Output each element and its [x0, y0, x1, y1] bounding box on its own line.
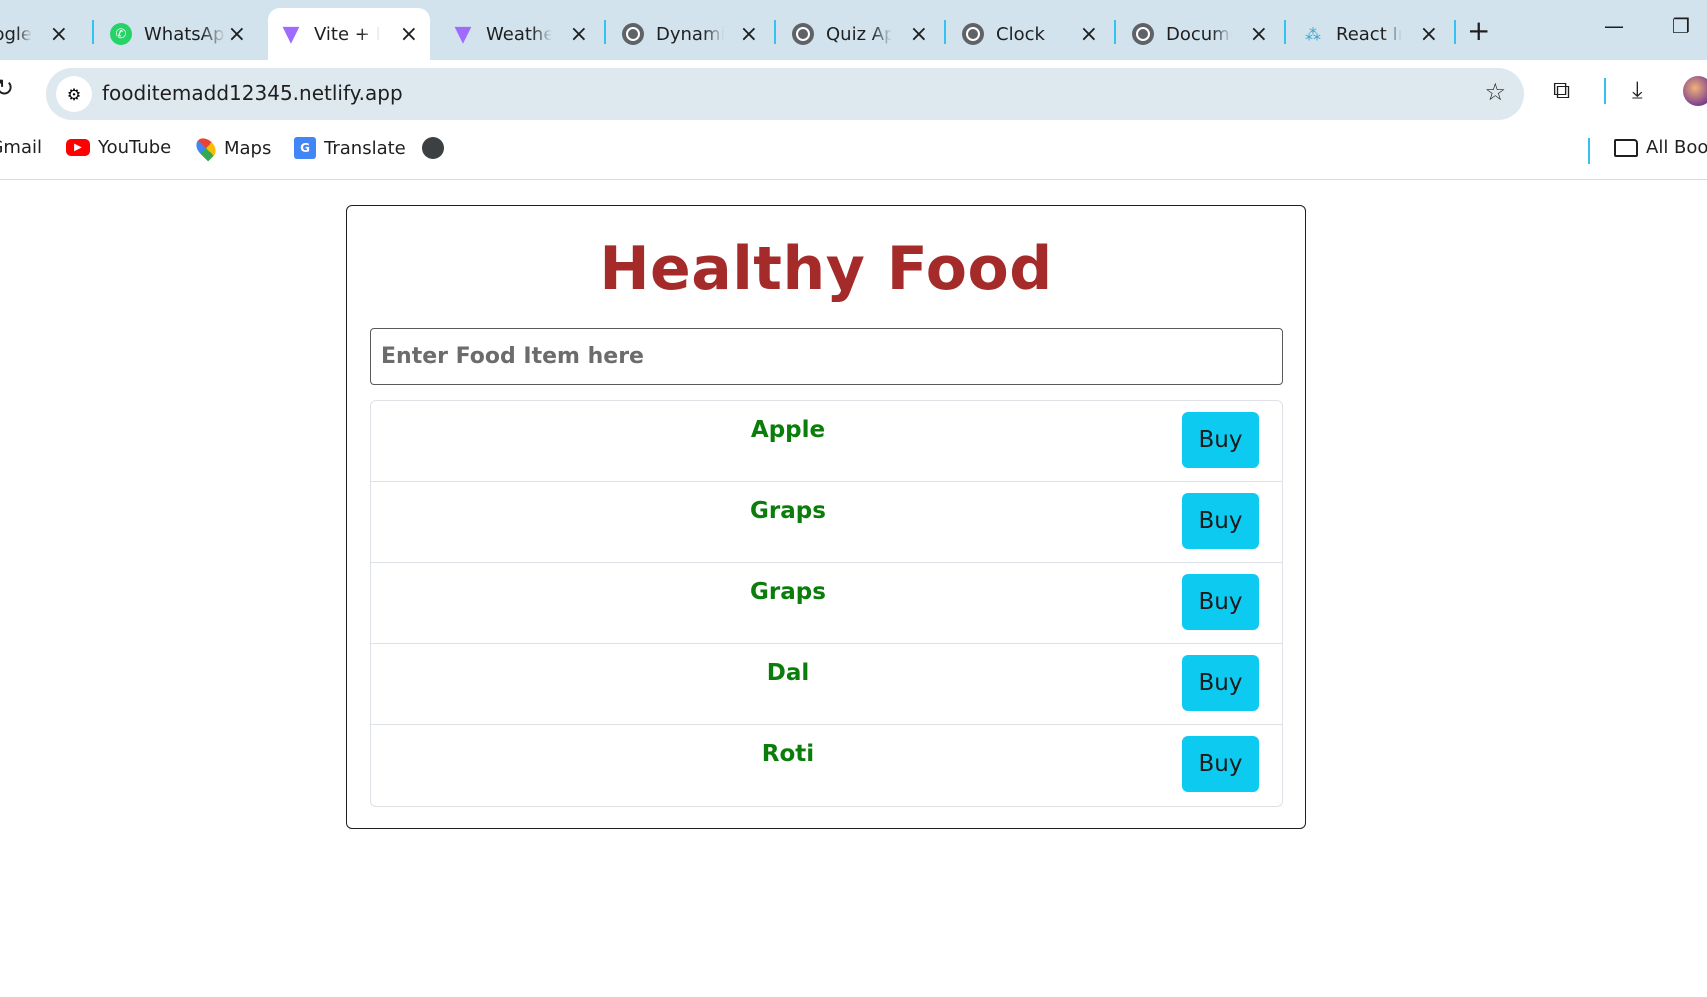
- maps-icon: [192, 134, 220, 162]
- globe-icon: [422, 137, 444, 159]
- tab-document[interactable]: Document ×: [1120, 8, 1280, 60]
- tab-title: Document: [1166, 23, 1232, 45]
- tab-title: Weather: [486, 23, 552, 45]
- close-icon[interactable]: ×: [1250, 22, 1268, 47]
- bookmark-star-icon[interactable]: ☆: [1484, 78, 1506, 106]
- toolbar: ↻ ⚙ fooditemadd12345.netlify.app ☆ ⧉ ⤓: [0, 60, 1707, 120]
- extensions-icon[interactable]: ⧉: [1553, 76, 1570, 104]
- minimize-icon[interactable]: —: [1604, 14, 1624, 38]
- page-title: Healthy Food: [599, 234, 1053, 304]
- buy-button[interactable]: Buy: [1182, 574, 1259, 630]
- food-item-name: Apple: [750, 417, 826, 443]
- bookmark-label: Translate: [324, 137, 406, 159]
- restore-icon[interactable]: ❐: [1672, 14, 1690, 38]
- tab-title: Dynamic: [656, 23, 724, 45]
- tab-title: Vite + React: [314, 23, 380, 45]
- tab-react-intro[interactable]: ⁂ React In ×: [1290, 8, 1450, 60]
- buy-button[interactable]: Buy: [1182, 655, 1259, 711]
- tab-strip: Google × ✆ WhatsApp × ▼ Vite + React × ▼…: [0, 0, 1707, 60]
- food-item-input[interactable]: [370, 328, 1283, 385]
- tab-quiz-app[interactable]: Quiz App ×: [780, 8, 940, 60]
- close-icon[interactable]: ×: [740, 22, 758, 47]
- close-icon[interactable]: ×: [910, 22, 928, 47]
- buy-button[interactable]: Buy: [1182, 412, 1259, 468]
- list-item: Apple Buy: [371, 401, 1282, 482]
- all-bookmarks-label: All Bookmarks: [1646, 137, 1707, 158]
- site-info-icon[interactable]: ⚙: [56, 76, 92, 112]
- buy-button[interactable]: Buy: [1182, 493, 1259, 549]
- tab-whatsapp[interactable]: ✆ WhatsApp ×: [98, 8, 258, 60]
- globe-icon: [622, 23, 644, 45]
- list-item: Dal Buy: [371, 644, 1282, 725]
- close-icon[interactable]: ×: [400, 22, 418, 47]
- bookmark-globe[interactable]: [422, 137, 452, 159]
- bookmarks-bar: Gmail ▶ YouTube Maps G Translate All Boo…: [0, 120, 1707, 180]
- tab-title: Google: [0, 23, 32, 45]
- folder-icon: [1614, 138, 1638, 157]
- bookmark-label: YouTube: [98, 137, 172, 158]
- youtube-icon: ▶: [66, 139, 90, 156]
- globe-icon: [962, 23, 984, 45]
- food-item-name: Graps: [750, 579, 826, 605]
- list-item: Graps Buy: [371, 482, 1282, 563]
- whatsapp-icon: ✆: [110, 23, 132, 45]
- translate-icon: G: [294, 137, 316, 159]
- food-item-name: Graps: [750, 498, 826, 524]
- globe-icon: [792, 23, 814, 45]
- vite-icon: ▼: [282, 21, 300, 47]
- food-item-name: Dal: [766, 660, 810, 686]
- tab-title: WhatsApp: [144, 23, 226, 45]
- url-text[interactable]: fooditemadd12345.netlify.app: [102, 81, 403, 105]
- food-list: Apple Buy Graps Buy Graps Buy Dal Buy Ro…: [370, 400, 1283, 807]
- bookmark-youtube[interactable]: ▶ YouTube: [66, 137, 171, 158]
- food-app-container: Healthy Food Apple Buy Graps Buy Graps B…: [346, 205, 1306, 829]
- list-item: Roti Buy: [371, 725, 1282, 806]
- tab-dynamic[interactable]: Dynamic ×: [610, 8, 770, 60]
- close-icon[interactable]: ×: [1080, 22, 1098, 47]
- download-icon[interactable]: ⤓: [1632, 76, 1643, 104]
- bookmark-maps[interactable]: Maps: [192, 134, 272, 162]
- react-icon: ⁂: [1305, 24, 1321, 44]
- tab-clock[interactable]: Clock ×: [950, 8, 1110, 60]
- vite-icon: ▼: [454, 21, 472, 47]
- list-item: Graps Buy: [371, 563, 1282, 644]
- close-icon[interactable]: ×: [228, 22, 246, 47]
- tab-title: Quiz App: [826, 23, 892, 45]
- tab-title: React In: [1336, 23, 1402, 45]
- bookmark-label: Gmail: [0, 137, 42, 158]
- profile-avatar[interactable]: [1683, 76, 1707, 106]
- globe-icon: [1132, 23, 1154, 45]
- close-icon[interactable]: ×: [570, 22, 588, 47]
- bookmark-gmail[interactable]: Gmail: [0, 137, 42, 158]
- tab-vite-react[interactable]: ▼ Vite + React ×: [268, 8, 430, 60]
- tab-google[interactable]: Google ×: [0, 8, 80, 60]
- food-item-name: Roti: [761, 741, 815, 767]
- buy-button[interactable]: Buy: [1182, 736, 1259, 792]
- tab-title: Clock: [996, 23, 1045, 45]
- all-bookmarks[interactable]: All Bookmarks: [1614, 137, 1707, 158]
- tab-weather[interactable]: ▼ Weather ×: [440, 8, 600, 60]
- bookmark-translate[interactable]: G Translate: [294, 137, 406, 159]
- close-icon[interactable]: ×: [1420, 22, 1438, 47]
- reload-icon[interactable]: ↻: [0, 74, 14, 102]
- close-icon[interactable]: ×: [50, 22, 68, 47]
- new-tab-button[interactable]: +: [1467, 14, 1490, 47]
- bookmark-label: Maps: [224, 137, 272, 159]
- address-bar[interactable]: ⚙ fooditemadd12345.netlify.app ☆: [46, 68, 1524, 120]
